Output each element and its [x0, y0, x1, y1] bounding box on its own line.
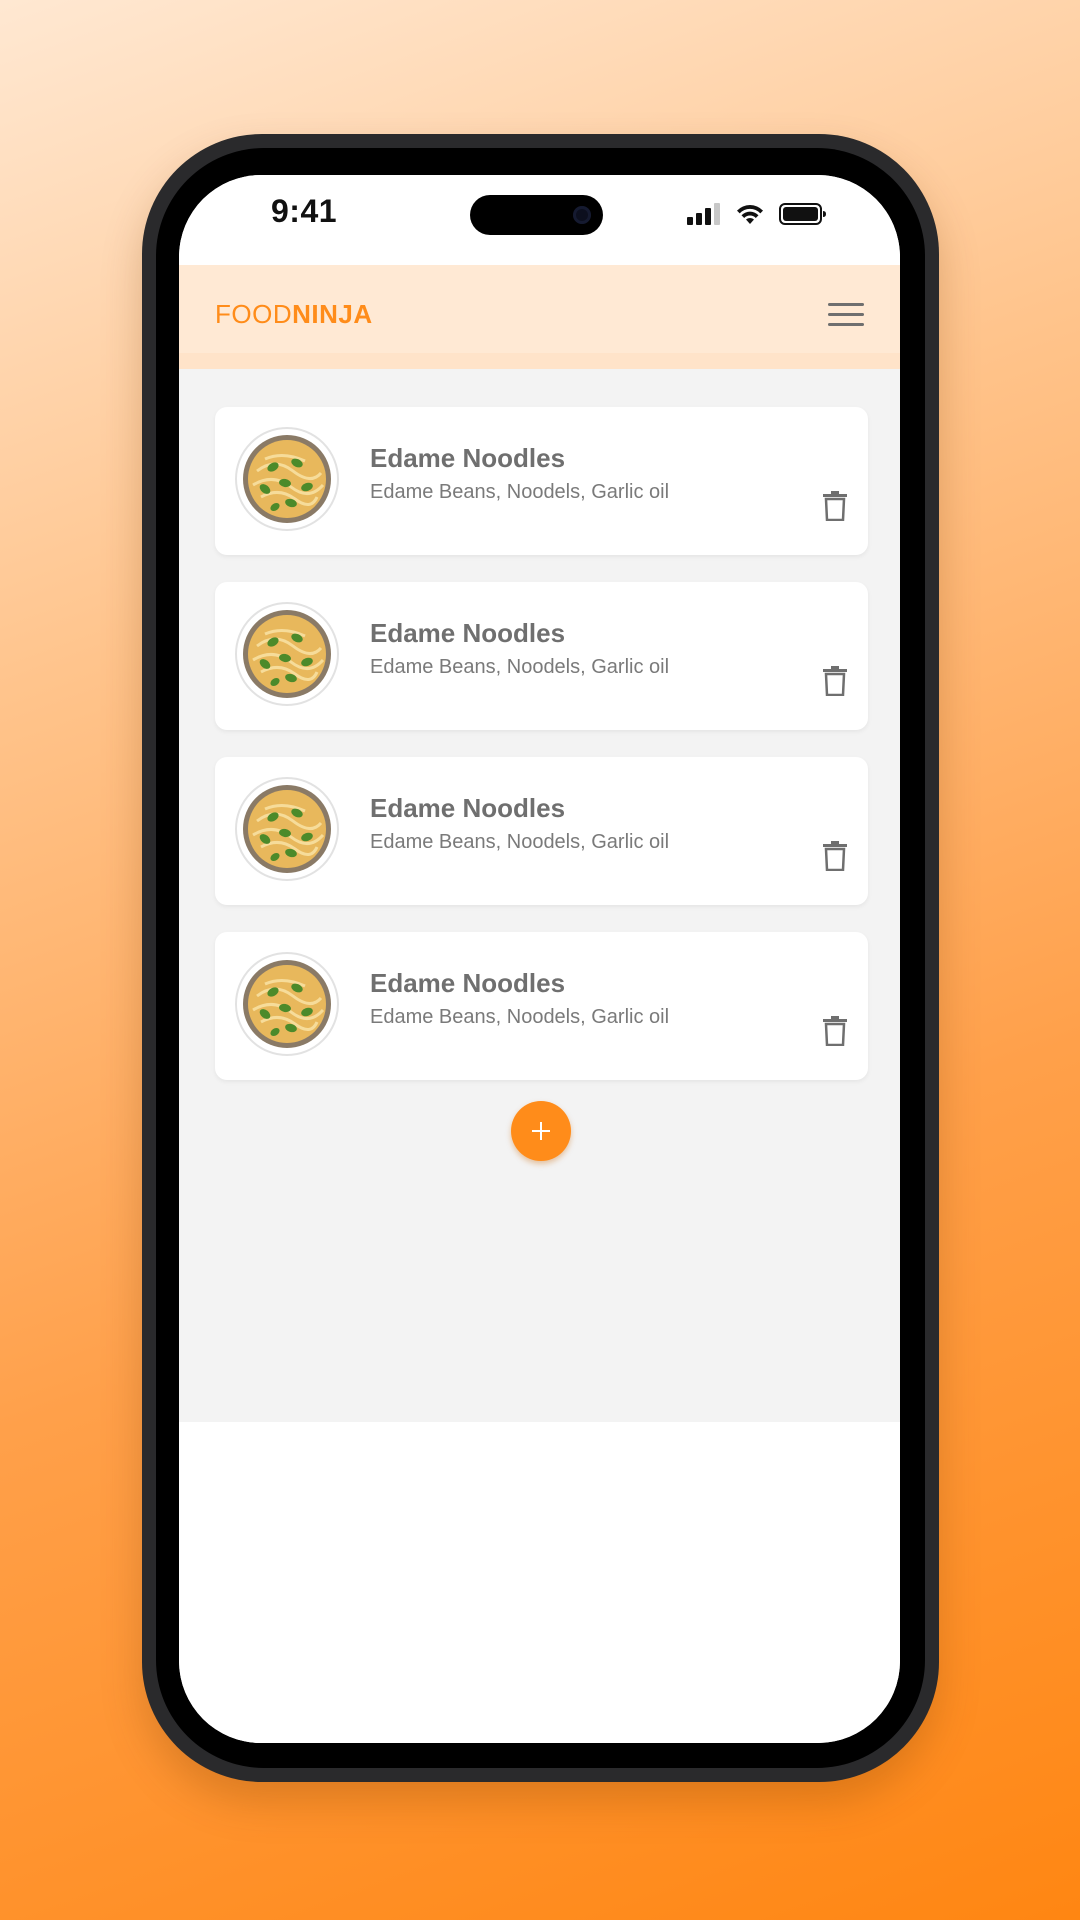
camera-lens-icon: [573, 206, 591, 224]
noodle-bowl-icon: [235, 952, 339, 1056]
brand-logo[interactable]: FOODNINJA: [215, 299, 373, 330]
status-icons: [687, 199, 827, 229]
trash-icon[interactable]: [822, 491, 848, 521]
dish-description: Edame Beans, Noodels, Garlic oil: [370, 481, 670, 503]
wifi-icon: [737, 205, 763, 224]
plus-icon: [532, 1122, 550, 1140]
brand-light-text: FOOD: [215, 299, 293, 329]
noodle-bowl-icon: [235, 602, 339, 706]
dish-list-area: Edame Noodles Edame Beans, Noodels, Garl…: [179, 369, 900, 1422]
noodle-bowl-icon: [235, 777, 339, 881]
dish-title: Edame Noodles: [370, 618, 566, 648]
phone-screen: 9:41 FOODNINJA Edame Noodles Edame Beans…: [179, 175, 900, 1743]
dish-title: Edame Noodles: [370, 793, 566, 823]
menu-line: [828, 323, 864, 326]
dish-card[interactable]: Edame Noodles Edame Beans, Noodels, Garl…: [215, 932, 868, 1080]
hamburger-menu-icon[interactable]: [828, 301, 864, 329]
battery-icon: [779, 203, 826, 225]
trash-icon[interactable]: [822, 1016, 848, 1046]
dish-card[interactable]: Edame Noodles Edame Beans, Noodels, Garl…: [215, 407, 868, 555]
brand-bold-text: NINJA: [292, 299, 373, 329]
status-bar: 9:41: [179, 175, 900, 265]
menu-line: [828, 313, 864, 316]
dish-description: Edame Beans, Noodels, Garlic oil: [370, 656, 670, 678]
dish-title: Edame Noodles: [370, 968, 566, 998]
dish-card-list: Edame Noodles Edame Beans, Noodels, Garl…: [215, 407, 868, 1107]
dish-description: Edame Beans, Noodels, Garlic oil: [370, 831, 670, 853]
app-bar: FOODNINJA: [179, 265, 900, 369]
dish-card[interactable]: Edame Noodles Edame Beans, Noodels, Garl…: [215, 757, 868, 905]
trash-icon[interactable]: [822, 666, 848, 696]
dish-title: Edame Noodles: [370, 443, 566, 473]
cellular-signal-icon: [687, 203, 720, 225]
add-dish-button[interactable]: [511, 1101, 571, 1161]
bottom-blank-area: [179, 1422, 900, 1743]
dish-description: Edame Beans, Noodels, Garlic oil: [370, 1006, 670, 1028]
menu-line: [828, 303, 864, 306]
status-time: 9:41: [271, 193, 338, 229]
noodle-bowl-icon: [235, 427, 339, 531]
dish-card[interactable]: Edame Noodles Edame Beans, Noodels, Garl…: [215, 582, 868, 730]
dynamic-island: [470, 195, 603, 235]
trash-icon[interactable]: [822, 841, 848, 871]
